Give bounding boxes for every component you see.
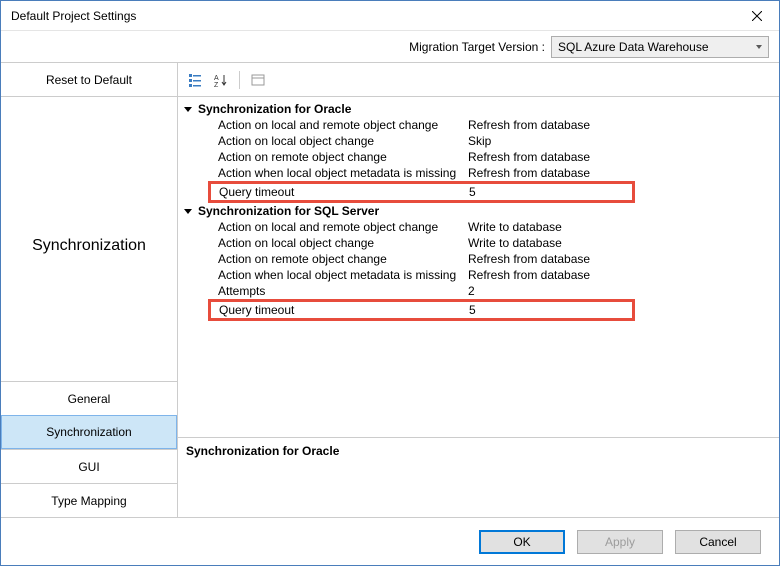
categorized-button[interactable] — [184, 69, 206, 91]
target-label: Migration Target Version : — [409, 40, 545, 54]
property-grid[interactable]: Synchronization for Oracle Action on loc… — [178, 97, 779, 437]
right-column: AZ Synchronization for Oracle — [178, 63, 779, 517]
nav-gui[interactable]: GUI — [1, 449, 177, 483]
nav-type-mapping[interactable]: Type Mapping — [1, 483, 177, 517]
group-oracle[interactable]: Synchronization for Oracle — [178, 101, 775, 117]
nav-spacer — [1, 255, 177, 381]
alpha-sort-button[interactable]: AZ — [210, 69, 232, 91]
svg-text:A: A — [214, 75, 219, 82]
apply-button: Apply — [577, 530, 663, 554]
footer: OK Apply Cancel — [1, 517, 779, 565]
target-version-value: SQL Azure Data Warehouse — [558, 40, 709, 54]
group-oracle-header: Synchronization for Oracle — [198, 102, 351, 116]
prop-sql-missing[interactable]: Action when local object metadata is mis… — [178, 267, 775, 283]
chevron-down-icon — [184, 209, 192, 214]
highlight-sql-timeout: Query timeout5 — [208, 299, 635, 321]
svg-text:Z: Z — [214, 82, 219, 87]
nav-synchronization[interactable]: Synchronization — [1, 415, 177, 449]
cancel-button[interactable]: Cancel — [675, 530, 761, 554]
settings-window: Default Project Settings Migration Targe… — [0, 0, 780, 566]
prop-oracle-timeout[interactable]: Query timeout5 — [211, 184, 632, 200]
prop-sql-timeout[interactable]: Query timeout5 — [211, 302, 632, 318]
target-version-select[interactable]: SQL Azure Data Warehouse — [551, 36, 769, 58]
target-row: Migration Target Version : SQL Azure Dat… — [1, 31, 779, 63]
page-title: Synchronization — [1, 97, 177, 255]
reset-to-default-button[interactable]: Reset to Default — [1, 63, 177, 97]
group-sql-header: Synchronization for SQL Server — [198, 204, 379, 218]
window-title: Default Project Settings — [11, 9, 734, 23]
prop-sql-local[interactable]: Action on local object changeWrite to da… — [178, 235, 775, 251]
body: Reset to Default Synchronization General… — [1, 63, 779, 517]
highlight-oracle-timeout: Query timeout5 — [208, 181, 635, 203]
prop-oracle-local-remote[interactable]: Action on local and remote object change… — [178, 117, 775, 133]
close-button[interactable] — [734, 1, 779, 31]
toolbar-separator — [239, 71, 240, 89]
nav-general[interactable]: General — [1, 381, 177, 415]
description-title: Synchronization for Oracle — [186, 444, 339, 458]
prop-oracle-missing[interactable]: Action when local object metadata is mis… — [178, 165, 775, 181]
property-pages-button[interactable] — [247, 69, 269, 91]
prop-sql-local-remote[interactable]: Action on local and remote object change… — [178, 219, 775, 235]
left-column: Reset to Default Synchronization General… — [1, 63, 178, 517]
chevron-down-icon — [756, 45, 762, 49]
property-toolbar: AZ — [178, 63, 779, 97]
categorized-icon — [188, 73, 202, 87]
chevron-down-icon — [184, 107, 192, 112]
description-panel: Synchronization for Oracle — [178, 437, 779, 517]
ok-button[interactable]: OK — [479, 530, 565, 554]
prop-sql-remote[interactable]: Action on remote object changeRefresh fr… — [178, 251, 775, 267]
group-sql[interactable]: Synchronization for SQL Server — [178, 203, 775, 219]
prop-oracle-local[interactable]: Action on local object changeSkip — [178, 133, 775, 149]
alpha-sort-icon: AZ — [214, 73, 228, 87]
titlebar: Default Project Settings — [1, 1, 779, 31]
reset-label: Reset to Default — [46, 73, 132, 87]
close-icon — [752, 11, 762, 21]
property-pages-icon — [251, 73, 265, 87]
prop-oracle-remote[interactable]: Action on remote object changeRefresh fr… — [178, 149, 775, 165]
prop-sql-attempts[interactable]: Attempts2 — [178, 283, 775, 299]
